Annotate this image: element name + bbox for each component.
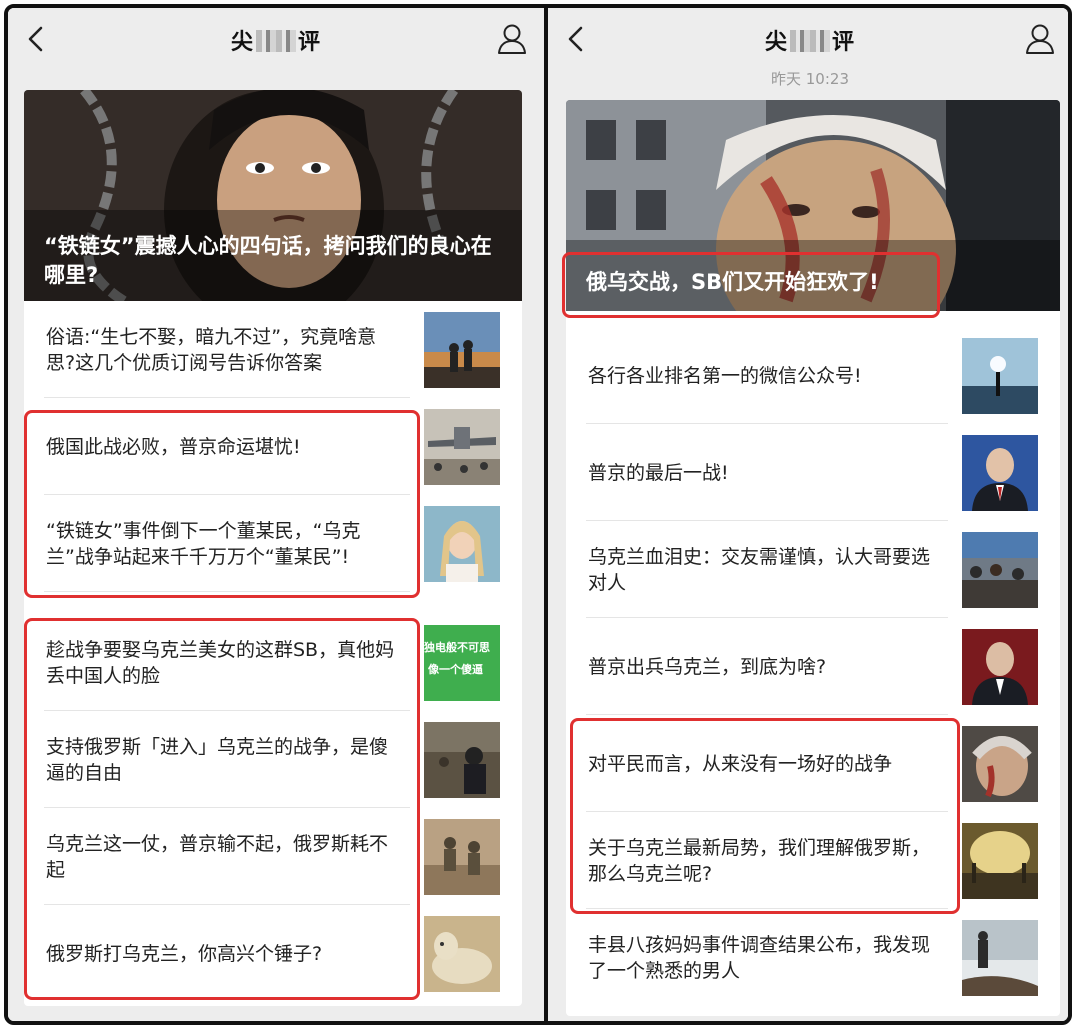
list-item[interactable]: 丰县八孩妈妈事件调查结果公布，我发现了一个熟悉的男人 bbox=[566, 909, 1060, 1006]
article-card: 俄乌交战，SB们又开始狂欢了! 各行各业排名第一的微信公众号! 普京的最后一战!… bbox=[566, 100, 1060, 1016]
hero-article[interactable]: 俄乌交战，SB们又开始狂欢了! bbox=[566, 100, 1060, 360]
list-item[interactable]: “铁链女”事件倒下一个董某民，“乌克兰”战争站起来千千万万个“董某民”! bbox=[24, 495, 522, 592]
article-title: 关于乌克兰最新局势，我们理解俄罗斯，那么乌克兰呢? bbox=[588, 836, 931, 885]
account-title: 尖评 bbox=[764, 30, 856, 55]
timestamp: 昨天 10:23 bbox=[771, 70, 849, 88]
account-title: 尖评 bbox=[230, 30, 322, 55]
article-title: 俗语:“生七不娶，暗九不过”，究竟啥意思?这几个优质订阅号告诉你答案 bbox=[46, 325, 377, 374]
article-title: 乌克兰血泪史：交友需谨慎，认大哥要选对人 bbox=[588, 545, 931, 594]
nav-bar: 尖评 bbox=[548, 8, 1068, 70]
list-item[interactable]: 乌克兰这一仗，普京输不起，俄罗斯耗不起 bbox=[24, 808, 522, 905]
list-item[interactable]: 普京出兵乌克兰，到底为啥? bbox=[566, 618, 1060, 715]
article-thumbnail: 独电般不可思 像一个傻逼 bbox=[424, 625, 500, 701]
list-item[interactable]: 对平民而言，从来没有一场好的战争 bbox=[566, 715, 1060, 812]
thumbnail-caption: 独电般不可思 bbox=[424, 640, 490, 654]
article-thumbnail bbox=[424, 916, 500, 992]
article-card: “铁链女”震撼人心的四句话，拷问我们的良心在哪里? 俗语:“生七不娶，暗九不过”… bbox=[24, 90, 522, 1006]
article-thumbnail bbox=[424, 722, 500, 798]
article-title: 支持俄罗斯「进入」乌克兰的战争，是傻逼的自由 bbox=[46, 735, 389, 784]
user-icon[interactable] bbox=[1024, 22, 1056, 56]
article-title: 普京的最后一战! bbox=[588, 461, 729, 484]
list-item[interactable]: 俄国此战必败，普京命运堪忧! bbox=[24, 398, 522, 495]
article-title: 丰县八孩妈妈事件调查结果公布，我发现了一个熟悉的男人 bbox=[588, 933, 931, 982]
article-thumbnail bbox=[962, 435, 1038, 511]
screenshot-frame: 尖评 “铁链女”震撼人心的四句话，拷问我们的良心在哪里? 俗语:“生七不娶，暗九… bbox=[4, 4, 1072, 1025]
article-thumbnail bbox=[424, 506, 500, 582]
hero-article[interactable]: “铁链女”震撼人心的四句话，拷问我们的良心在哪里? bbox=[24, 90, 522, 330]
article-thumbnail bbox=[962, 726, 1038, 802]
right-panel: 尖评 昨天 10:23 俄乌交战，SB们又开始狂欢了! 各行各业排名第一的微信公… bbox=[548, 8, 1068, 1021]
article-title: 普京出兵乌克兰，到底为啥? bbox=[588, 655, 827, 678]
thumbnail-caption: 像一个傻逼 bbox=[428, 662, 483, 676]
hero-title: 俄乌交战，SB们又开始狂欢了! bbox=[586, 270, 879, 294]
list-item[interactable]: 趁战争要娶乌克兰美女的这群SB，真他妈丢中国人的脸 独电般不可思 像一个傻逼 bbox=[24, 614, 522, 711]
list-item[interactable]: 乌克兰血泪史：交友需谨慎，认大哥要选对人 bbox=[566, 521, 1060, 618]
article-title: 俄罗斯打乌克兰，你高兴个锤子? bbox=[46, 942, 323, 965]
article-title: 趁战争要娶乌克兰美女的这群SB，真他妈丢中国人的脸 bbox=[46, 638, 395, 687]
hero-title: “铁链女”震撼人心的四句话，拷问我们的良心在哪里? bbox=[44, 234, 492, 287]
article-title: 乌克兰这一仗，普京输不起，俄罗斯耗不起 bbox=[46, 832, 389, 881]
article-thumbnail bbox=[962, 532, 1038, 608]
article-thumbnail bbox=[962, 629, 1038, 705]
article-thumbnail bbox=[962, 338, 1038, 414]
article-title: 俄国此战必败，普京命运堪忧! bbox=[46, 435, 301, 458]
list-item[interactable]: 支持俄罗斯「进入」乌克兰的战争，是傻逼的自由 bbox=[24, 711, 522, 808]
article-thumbnail bbox=[424, 819, 500, 895]
article-title: “铁链女”事件倒下一个董某民，“乌克兰”战争站起来千千万万个“董某民”! bbox=[46, 519, 361, 568]
list-item[interactable]: 各行各业排名第一的微信公众号! bbox=[566, 327, 1060, 424]
article-thumbnail bbox=[962, 823, 1038, 899]
redacted-text bbox=[256, 30, 296, 52]
article-thumbnail bbox=[962, 920, 1038, 996]
left-panel: 尖评 “铁链女”震撼人心的四句话，拷问我们的良心在哪里? 俗语:“生七不娶，暗九… bbox=[8, 8, 544, 1021]
article-title: 对平民而言，从来没有一场好的战争 bbox=[588, 752, 893, 775]
user-icon[interactable] bbox=[496, 22, 528, 56]
list-item[interactable]: 俗语:“生七不娶，暗九不过”，究竟啥意思?这几个优质订阅号告诉你答案 bbox=[24, 301, 522, 398]
redacted-text bbox=[790, 30, 830, 52]
list-item[interactable]: 普京的最后一战! bbox=[566, 424, 1060, 521]
article-thumbnail bbox=[424, 312, 500, 388]
list-item[interactable]: 关于乌克兰最新局势，我们理解俄罗斯，那么乌克兰呢? bbox=[566, 812, 1060, 909]
nav-bar: 尖评 bbox=[8, 8, 544, 70]
article-title: 各行各业排名第一的微信公众号! bbox=[588, 364, 862, 387]
list-item[interactable]: 俄罗斯打乌克兰，你高兴个锤子? bbox=[24, 905, 522, 1002]
article-thumbnail bbox=[424, 409, 500, 485]
